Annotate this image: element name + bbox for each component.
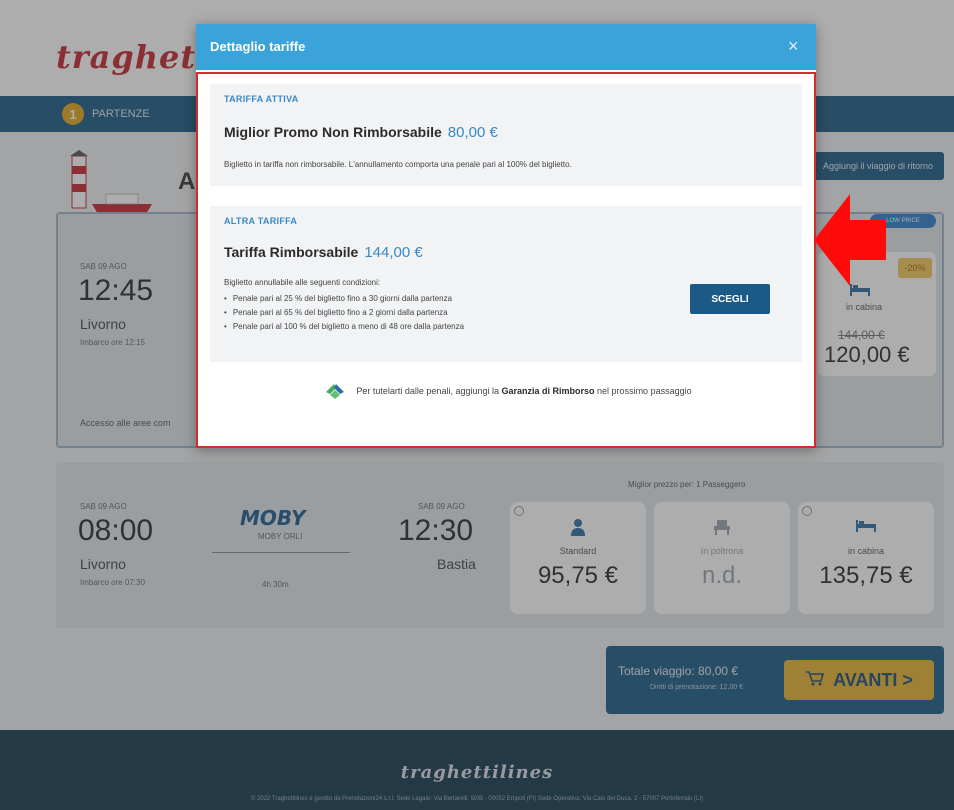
conditions-list: Penale pari al 25 % del biglietto fino a… (224, 292, 464, 334)
active-fare-description: Biglietto in tariffa non rimborsabile. L… (224, 160, 572, 169)
dialog-body: TARIFFA ATTIVA Miglior Promo Non Rimbors… (196, 72, 816, 448)
condition-item: Penale pari al 65 % del biglietto fino a… (224, 306, 464, 320)
active-fare-name: Miglior Promo Non Rimborsabile (224, 124, 442, 140)
conditions-title: Biglietto annullabile alle seguenti cond… (224, 278, 381, 287)
active-fare-line: Miglior Promo Non Rimborsabile 80,00 € (224, 124, 498, 141)
other-fare-section: ALTRA TARIFFA Tariffa Rimborsabile 144,0… (210, 206, 802, 362)
guarantee-text: Per tutelarti dalle penali, aggiungi la … (356, 386, 691, 396)
guarantee-name: Garanzia di Rimborso (501, 386, 595, 396)
fare-detail-dialog: Dettaglio tariffe × TARIFFA ATTIVA Migli… (196, 24, 816, 448)
other-fare-heading: ALTRA TARIFFA (224, 216, 298, 226)
close-icon[interactable]: × (788, 36, 799, 57)
refund-guarantee-note: Per tutelarti dalle penali, aggiungi la … (198, 382, 818, 400)
refund-guarantee-icon (324, 382, 346, 400)
guarantee-suffix: nel prossimo passaggio (597, 386, 692, 396)
guarantee-prefix: Per tutelarti dalle penali, aggiungi la (356, 386, 499, 396)
dialog-title: Dettaglio tariffe (210, 39, 306, 54)
other-fare-line: Tariffa Rimborsabile 144,00 € (224, 244, 423, 261)
active-fare-price: 80,00 € (447, 124, 498, 141)
active-fare-heading: TARIFFA ATTIVA (224, 94, 299, 104)
choose-fare-button[interactable]: SCEGLI (690, 284, 770, 314)
dialog-header: Dettaglio tariffe × (196, 24, 816, 70)
other-fare-price: 144,00 € (364, 244, 423, 261)
condition-item: Penale pari al 25 % del biglietto fino a… (224, 292, 464, 306)
condition-item: Penale pari al 100 % del biglietto a men… (224, 320, 464, 334)
active-fare-section: TARIFFA ATTIVA Miglior Promo Non Rimbors… (210, 84, 802, 186)
other-fare-name: Tariffa Rimborsabile (224, 244, 359, 260)
red-arrow-annotation (814, 194, 886, 286)
